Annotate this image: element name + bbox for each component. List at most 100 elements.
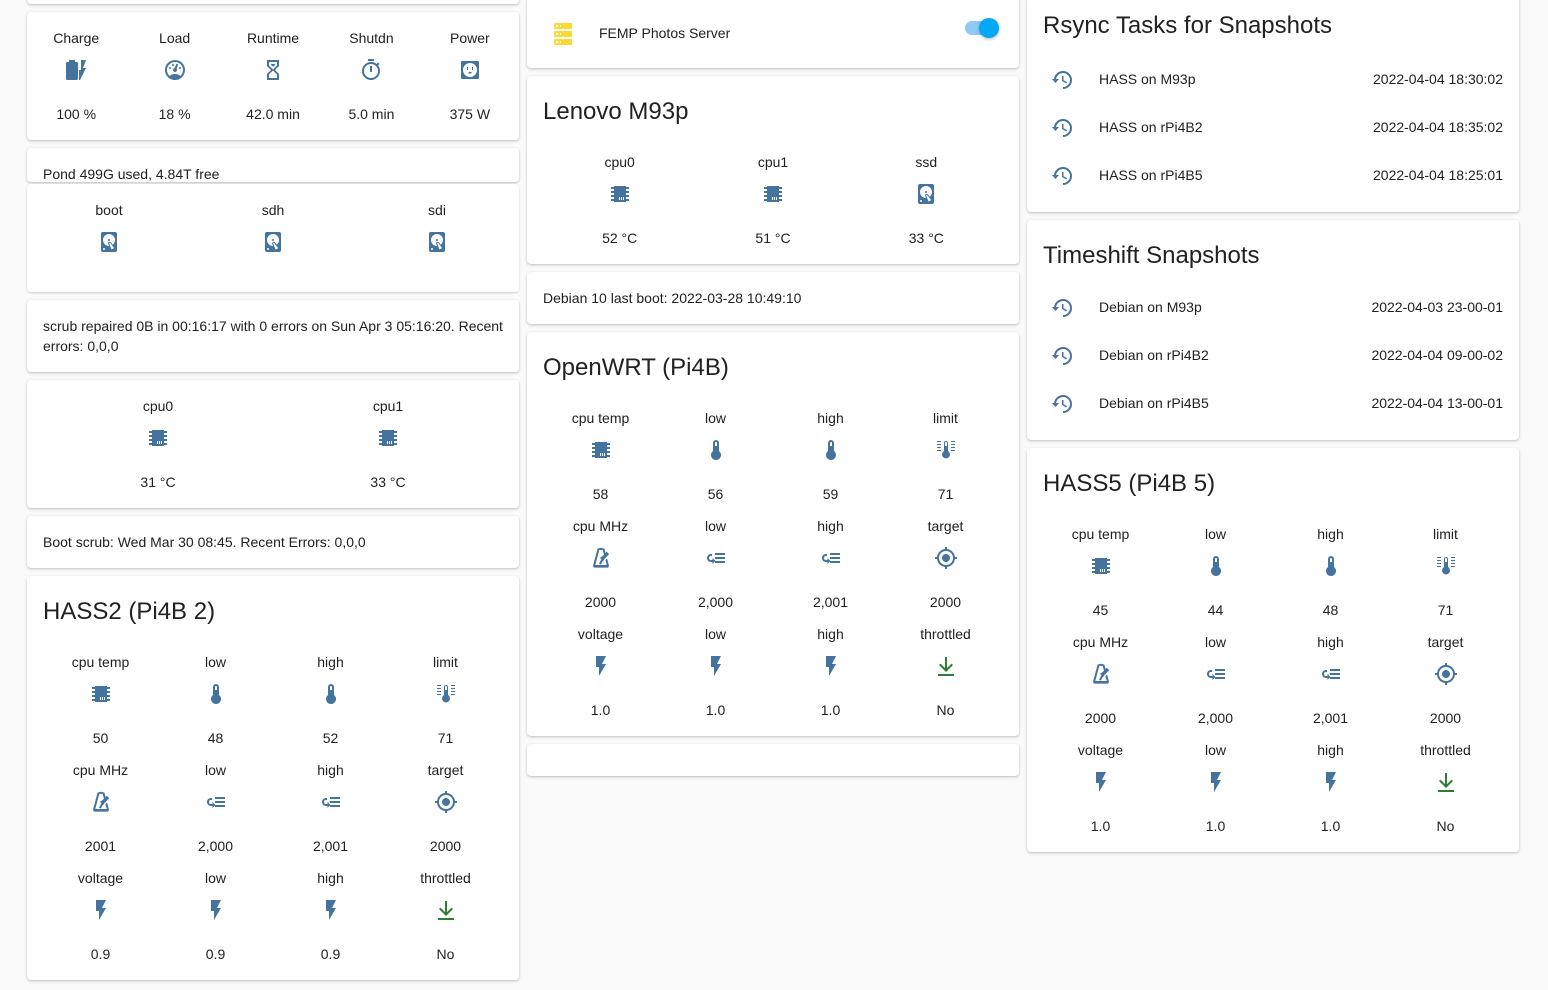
flash-icon [589,654,613,678]
glance-item-low[interactable]: low 2,000 [1158,634,1273,742]
glance-item-state: 58 [592,486,609,502]
glance-item-load[interactable]: Load 18 % [125,30,223,138]
chip-icon [1089,554,1113,578]
download-arrow-icon [934,654,958,678]
glance-item-throttled[interactable]: throttled No [388,870,503,978]
glance-item-sdh[interactable]: sdh [191,202,355,310]
glance-item-power[interactable]: Power 375 W [421,30,519,138]
crosshairs-icon [1434,662,1458,686]
m93p-card: Lenovo M93p cpu0 52 °C cpu1 51 °C ssd 33 °C [527,76,1019,264]
harddisk-icon [914,182,938,206]
entity-row-hass-on-rpi4b2[interactable]: HASS on rPi4B2 2022-04-04 18:35:02 [1043,108,1503,148]
glance-item-throttled[interactable]: throttled No [1388,742,1503,850]
entity-row-debian-on-rpi4b2[interactable]: Debian on rPi4B2 2022-04-04 09-00-02 [1043,336,1503,376]
entity-row-debian-on-rpi4b5[interactable]: Debian on rPi4B5 2022-04-04 13-00-01 [1043,384,1503,424]
glance-item-state: 0.9 [90,946,111,962]
femp-row[interactable]: FEMP Photos Server [543,12,1003,52]
glance-item-state: 44 [1207,602,1224,618]
server-icon [551,22,575,46]
glance-item-low[interactable]: low 1.0 [1158,742,1273,850]
chip-icon [589,438,613,462]
glance-item-name: limit [1433,526,1458,542]
thermometer-icon [704,438,728,462]
glance-item-low[interactable]: low 0.9 [158,870,273,978]
glance-item-high[interactable]: high 59 [773,410,888,518]
glance-item-cpu-mhz[interactable]: cpu MHz 2001 [43,762,158,870]
glance-item-name: low [204,870,226,886]
glance-item-high[interactable]: high 2,001 [773,518,888,626]
glance-item-cpu-temp[interactable]: cpu temp 58 [543,410,658,518]
glance-item-ssd[interactable]: ssd 33 °C [850,154,1003,262]
glance-item-state: 48 [1322,602,1339,618]
femp-toggle[interactable] [963,18,999,38]
glance-item-high[interactable]: high 0.9 [273,870,388,978]
glance-item-sdi[interactable]: sdi [355,202,519,310]
glance-item-target[interactable]: target 2000 [1388,634,1503,742]
restore-icon [1051,392,1075,416]
glance-item-boot[interactable]: boot [27,202,191,310]
glance-item-cpu-temp[interactable]: cpu temp 50 [43,654,158,762]
glance-item-limit[interactable]: limit 71 [888,410,1003,518]
download-arrow-icon [434,898,458,922]
glance-item-high[interactable]: high 2,001 [1273,634,1388,742]
glance-item-state: 0.9 [320,946,341,962]
glance-item-state: 0.9 [205,946,226,962]
glance-item-state: 2000 [1084,710,1117,726]
glance-item-high[interactable]: high 52 [273,654,388,762]
entity-row-hass-on-m93p[interactable]: HASS on M93p 2022-04-04 18:30:02 [1043,60,1503,100]
glance-item-cpu0[interactable]: cpu0 52 °C [543,154,696,262]
glance-grid-pond-disks: boot sdh sdi [27,202,519,310]
glance-item-name: cpu MHz [572,518,629,534]
glance-item-low[interactable]: low 2,000 [658,518,773,626]
glance-item-cpu0[interactable]: cpu0 31 °C [43,398,273,506]
glance-item-low[interactable]: low 56 [658,410,773,518]
glance-item-shutdn[interactable]: Shutdn 5.0 min [322,30,420,138]
glance-item-low[interactable]: low 44 [1158,526,1273,634]
glance-item-voltage[interactable]: voltage 1.0 [543,626,658,734]
glance-item-name: target [1427,634,1464,650]
glance-item-high[interactable]: high 48 [1273,526,1388,634]
glance-item-high[interactable]: high 2,001 [273,762,388,870]
glance-item-low[interactable]: low 2,000 [158,762,273,870]
glance-item-name: high [1317,526,1344,542]
entity-row-debian-on-m93p[interactable]: Debian on M93p 2022-04-03 23-00-01 [1043,288,1503,328]
glance-item-charge[interactable]: Charge 100 % [27,30,125,138]
glance-item-target[interactable]: target 2000 [388,762,503,870]
glance-item-name: low [204,762,226,778]
glance-item-voltage[interactable]: voltage 1.0 [1043,742,1158,850]
glance-item-limit[interactable]: limit 71 [1388,526,1503,634]
flash-icon [204,898,228,922]
gauge-icon [163,58,187,82]
glance-item-state: 52 [322,730,339,746]
entity-value: 2022-04-03 23-00-01 [1371,299,1503,315]
harddisk-icon [97,230,121,254]
glance-item-voltage[interactable]: voltage 0.9 [43,870,158,978]
entity-row-hass-on-rpi4b5[interactable]: HASS on rPi4B5 2022-04-04 18:25:01 [1043,156,1503,196]
glance-item-state: 2000 [929,594,962,610]
chip-icon [376,426,400,450]
glance-item-low[interactable]: low 1.0 [658,626,773,734]
glance-item-cpu-mhz[interactable]: cpu MHz 2000 [1043,634,1158,742]
glance-item-runtime[interactable]: Runtime 42.0 min [224,30,322,138]
glance-item-state: 2000 [1429,710,1462,726]
battery-charging-icon [64,58,88,82]
glance-item-name: low [1204,526,1226,542]
glance-item-cpu-mhz[interactable]: cpu MHz 2000 [543,518,658,626]
glance-item-cpu1[interactable]: cpu1 51 °C [696,154,849,262]
glance-item-high[interactable]: high 1.0 [1273,742,1388,850]
glance-item-name: throttled [1420,742,1471,758]
rsync-card: Rsync Tasks for Snapshots HASS on M93p 20… [1027,0,1519,212]
glance-item-target[interactable]: target 2000 [888,518,1003,626]
glance-item-low[interactable]: low 48 [158,654,273,762]
glance-item-cpu-temp[interactable]: cpu temp 45 [1043,526,1158,634]
glance-item-limit[interactable]: limit 71 [388,654,503,762]
glance-item-throttled[interactable]: throttled No [888,626,1003,734]
glance-item-name: Shutdn [349,30,394,46]
glance-item-state: 1.0 [590,702,611,718]
glance-item-high[interactable]: high 1.0 [773,626,888,734]
glance-item-name: cpu temp [571,410,630,426]
glance-item-state: 2001 [84,838,117,854]
glance-item-cpu1[interactable]: cpu1 33 °C [273,398,503,506]
ups-top-edge-card [27,0,519,4]
glance-grid-hass2-rows-1: cpu MHz 2001 low 2,000 high 2,001 target 2000 [43,762,503,870]
